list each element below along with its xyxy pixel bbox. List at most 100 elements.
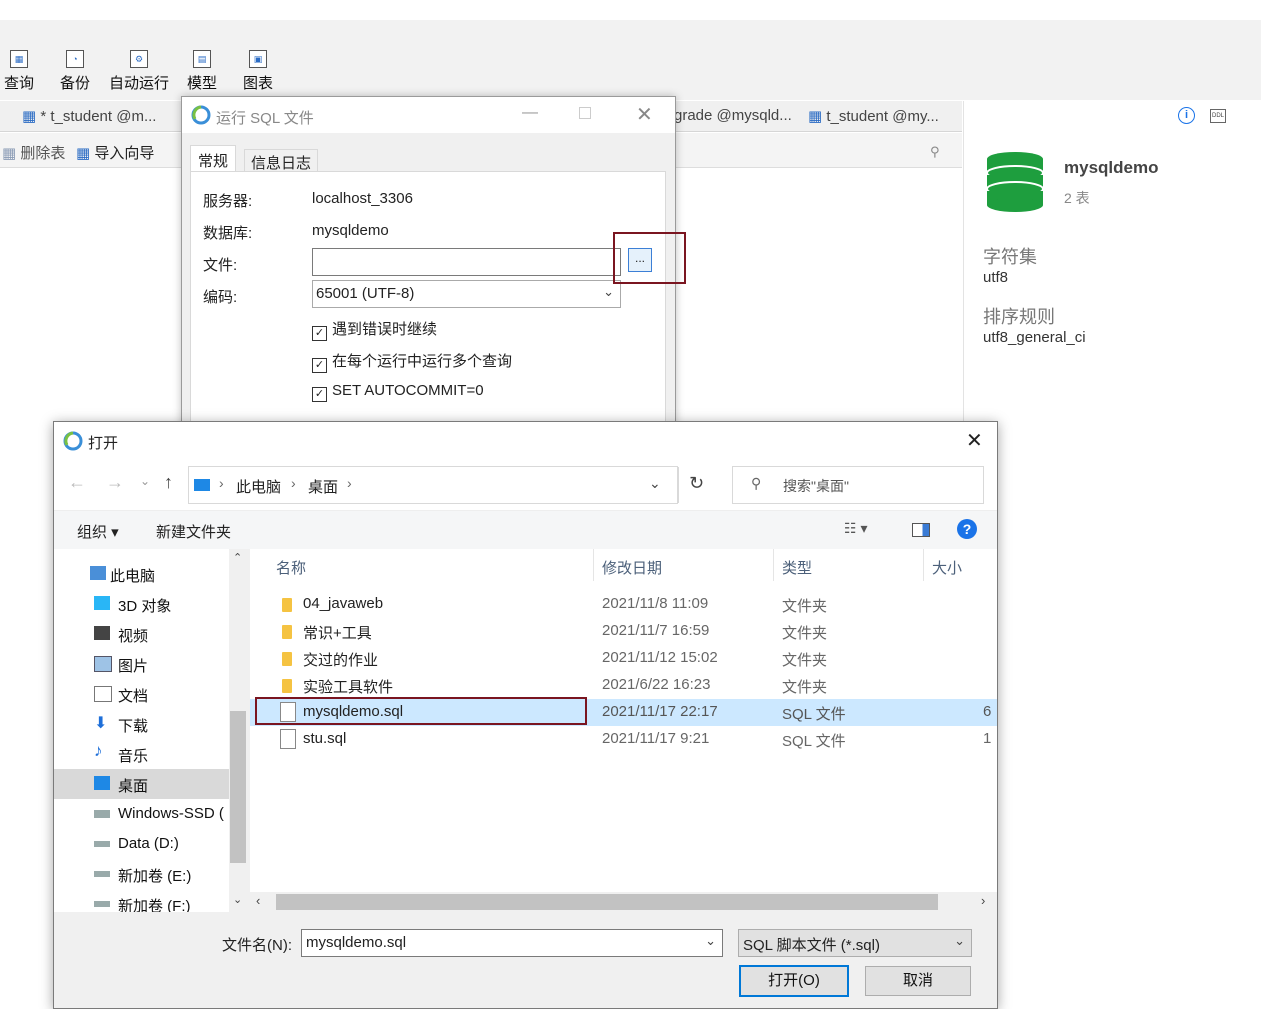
- cancel-button[interactable]: 取消: [865, 966, 971, 996]
- folder-icon: [282, 598, 292, 612]
- checkbox-checked-icon: ✓: [312, 387, 327, 402]
- cube-icon: [94, 596, 110, 610]
- tree-item-this-pc[interactable]: 此电脑: [54, 559, 229, 589]
- table-count: 2 表: [1064, 190, 1090, 206]
- chart-tool-button[interactable]: ▣ 图表: [243, 50, 273, 93]
- drive-icon: [94, 901, 110, 907]
- address-bar[interactable]: › 此电脑 › 桌面 › ⌄ ↻: [188, 466, 704, 504]
- tree-scrollbar[interactable]: ⌃ ⌄: [229, 549, 247, 912]
- breadcrumb-this-pc[interactable]: 此电脑: [236, 476, 281, 497]
- recent-locations-icon[interactable]: ⌄: [140, 474, 150, 488]
- view-options-icon[interactable]: ☷ ▾: [844, 520, 867, 537]
- file-row-lab-software[interactable]: 实验工具软件 2021/6/22 16:23 文件夹: [250, 672, 997, 699]
- encoding-label: 编码:: [203, 289, 238, 306]
- file-path-input[interactable]: [312, 248, 621, 276]
- delete-table-button[interactable]: ▦ 删除表: [2, 142, 65, 163]
- preview-pane-icon[interactable]: [912, 523, 930, 537]
- tree-item-volume-f[interactable]: 新加卷 (F:): [54, 889, 229, 912]
- import-wizard-button[interactable]: ▦ 导入向导: [76, 142, 154, 163]
- main-toolbar: ▦ 查询 ◔ 备份 ⚙ 自动运行 ▤ 模型 ▣ 图表: [0, 20, 1261, 100]
- checkbox-checked-icon: ✓: [312, 326, 327, 341]
- up-arrow-icon[interactable]: ↑: [164, 472, 173, 493]
- database-label: 数据库:: [203, 225, 253, 242]
- tab-general[interactable]: 常规: [190, 145, 236, 172]
- open-dialog-footer: 文件名(N): mysqldemo.sql ⌄ SQL 脚本文件 (*.sql)…: [54, 912, 997, 1008]
- file-row-04-javaweb[interactable]: 04_javaweb 2021/11/8 11:09 文件夹: [250, 591, 997, 618]
- tree-item-desktop[interactable]: 桌面: [54, 769, 229, 799]
- forward-arrow-icon[interactable]: →: [106, 472, 124, 493]
- table-icon: ▦: [808, 108, 827, 125]
- tree-item-pictures[interactable]: 图片: [54, 649, 229, 679]
- video-icon: [94, 626, 110, 640]
- column-modified[interactable]: 修改日期: [602, 557, 662, 589]
- tree-item-downloads[interactable]: ⬇ 下载: [54, 709, 229, 739]
- back-arrow-icon[interactable]: ←: [68, 472, 86, 493]
- auto-run-tool-button[interactable]: ⚙ 自动运行: [109, 50, 169, 93]
- column-name[interactable]: 名称: [276, 557, 306, 589]
- collation-value: utf8_general_ci: [983, 329, 1086, 346]
- model-tool-button[interactable]: ▤ 模型: [187, 50, 217, 93]
- close-icon[interactable]: ✕: [966, 428, 983, 453]
- scroll-down-icon[interactable]: ⌄: [233, 893, 242, 906]
- desktop-icon: [194, 479, 210, 491]
- info-icon[interactable]: i: [1178, 107, 1195, 124]
- tree-item-windows-ssd[interactable]: Windows-SSD (: [54, 799, 229, 829]
- tree-item-music[interactable]: ♪ 音乐: [54, 739, 229, 769]
- minimize-icon[interactable]: —: [522, 104, 538, 122]
- scroll-left-icon[interactable]: ‹: [256, 893, 260, 908]
- multiple-queries-checkbox[interactable]: ✓ 在每个运行中运行多个查询: [312, 350, 512, 373]
- autocommit-checkbox[interactable]: ✓ SET AUTOCOMMIT=0: [312, 382, 484, 402]
- drive-icon: [94, 871, 110, 877]
- filename-input[interactable]: mysqldemo.sql ⌄: [301, 929, 723, 957]
- file-type-filter[interactable]: SQL 脚本文件 (*.sql) ⌄: [738, 929, 972, 957]
- tree-item-videos[interactable]: 视频: [54, 619, 229, 649]
- database-value: mysqldemo: [312, 222, 389, 239]
- encoding-select[interactable]: 65001 (UTF-8) ⌄: [312, 280, 621, 308]
- collation-label: 排序规则: [983, 307, 1055, 327]
- file-row-common-tools[interactable]: 常识+工具 2021/11/7 16:59 文件夹: [250, 618, 997, 645]
- selected-file-highlight: [255, 697, 587, 725]
- server-value: localhost_3306: [312, 190, 413, 207]
- organize-menu[interactable]: 组织 ▾: [77, 521, 119, 542]
- file-row-submitted-homework[interactable]: 交过的作业 2021/11/12 15:02 文件夹: [250, 645, 997, 672]
- open-button[interactable]: 打开(O): [739, 965, 849, 997]
- scroll-right-icon[interactable]: ›: [981, 893, 985, 908]
- tree-scroll-thumb[interactable]: [230, 711, 246, 863]
- tab-t-student-1[interactable]: ▦ * t_student @m...: [22, 107, 156, 125]
- tree-item-3d-objects[interactable]: 3D 对象: [54, 589, 229, 619]
- close-icon[interactable]: ✕: [636, 102, 653, 127]
- tab-grade[interactable]: grade @mysqld...: [674, 107, 792, 124]
- query-tool-button[interactable]: ▦ 查询: [4, 50, 34, 93]
- breadcrumb-desktop[interactable]: 桌面: [308, 476, 338, 497]
- column-type[interactable]: 类型: [782, 557, 812, 589]
- new-folder-button[interactable]: 新建文件夹: [156, 521, 231, 542]
- search-icon[interactable]: ⚲: [930, 144, 940, 160]
- file-list-scrollbar[interactable]: ‹ ›: [250, 892, 997, 912]
- open-dialog-titlebar: 打开 ✕: [54, 422, 997, 460]
- file-label: 文件:: [203, 257, 238, 274]
- tree-item-documents[interactable]: 文档: [54, 679, 229, 709]
- tree-item-data-d[interactable]: Data (D:): [54, 829, 229, 859]
- drive-icon: [94, 810, 110, 818]
- charset-label: 字符集: [983, 247, 1037, 267]
- scroll-up-icon[interactable]: ⌃: [233, 551, 242, 564]
- ddl-icon[interactable]: DDL: [1210, 109, 1226, 123]
- database-icon: [986, 152, 1044, 212]
- chevron-down-icon[interactable]: ⌄: [705, 933, 716, 949]
- run-dialog-body: 服务器: localhost_3306 数据库: mysqldemo 文件: .…: [190, 171, 666, 429]
- continue-on-error-checkbox[interactable]: ✓ 遇到错误时继续: [312, 318, 437, 341]
- tab-t-student-2[interactable]: ▦ t_student @my...: [808, 107, 939, 125]
- refresh-icon[interactable]: ↻: [689, 473, 704, 494]
- table-icon: ▦: [22, 108, 41, 125]
- search-box[interactable]: ⚲ 搜索"桌面": [732, 466, 984, 504]
- search-icon: ⚲: [751, 475, 762, 491]
- help-icon[interactable]: ?: [957, 519, 977, 539]
- tree-item-volume-e[interactable]: 新加卷 (E:): [54, 859, 229, 889]
- column-size[interactable]: 大小: [932, 557, 962, 589]
- file-list: ⌃ 名称 修改日期 类型 大小 04_javaweb 2021/11/8 11:0…: [250, 549, 997, 912]
- maximize-icon[interactable]: [579, 107, 591, 119]
- file-row-stu-sql[interactable]: stu.sql 2021/11/17 9:21 SQL 文件 1: [250, 726, 997, 753]
- file-list-scroll-thumb[interactable]: [276, 894, 938, 910]
- backup-tool-button[interactable]: ◔ 备份: [60, 50, 90, 93]
- chevron-down-icon[interactable]: ⌄: [649, 475, 661, 492]
